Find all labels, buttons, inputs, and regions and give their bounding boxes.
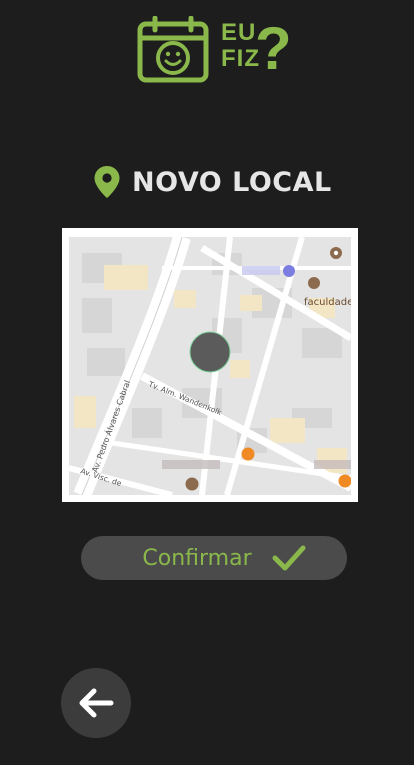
map-blurred-label	[242, 266, 280, 275]
arrow-left-icon	[79, 688, 114, 718]
map-poi-icon	[308, 277, 320, 289]
calendar-smiley-icon	[137, 16, 209, 83]
map-poi-label: faculdade	[304, 297, 353, 308]
map-poi-icon	[241, 447, 255, 461]
map-poi-icon	[283, 265, 295, 277]
confirm-button-label: Confirmar	[142, 545, 252, 571]
page-title: NOVO LOCAL	[132, 166, 332, 198]
page-header: NOVO LOCAL	[93, 164, 332, 200]
confirm-button[interactable]: Confirmar	[81, 536, 347, 580]
checkmark-icon	[272, 545, 306, 571]
map-blurred-label	[162, 460, 220, 469]
logo-question-mark: ?	[255, 15, 292, 82]
app-logo: EU FIZ ?	[137, 16, 297, 86]
back-button[interactable]	[61, 668, 131, 738]
map-view[interactable]: Av. Pedro Álvares Cabral Tv. Alm. Wanden…	[62, 228, 358, 502]
location-marker	[189, 331, 231, 373]
map-poi-icon	[338, 474, 351, 488]
map-poi-icon	[185, 477, 199, 491]
location-pin-icon	[94, 166, 120, 198]
map-blurred-label	[314, 460, 351, 469]
